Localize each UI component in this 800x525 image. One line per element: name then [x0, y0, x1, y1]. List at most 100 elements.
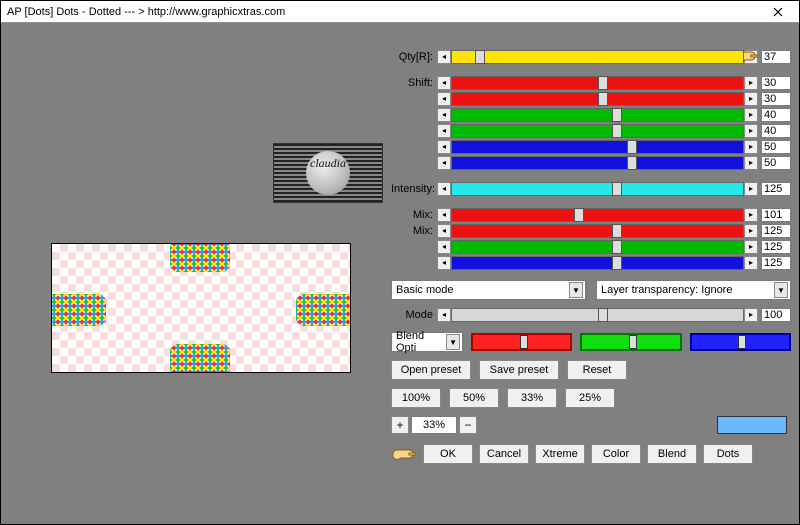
shift_g2-slider[interactable]: ◂▸ [437, 124, 758, 138]
arrow-left-icon[interactable]: ◂ [437, 156, 451, 170]
arrow-left-icon[interactable]: ◂ [437, 140, 451, 154]
mix_r-value[interactable] [761, 208, 791, 222]
shift_b1-slider[interactable]: ◂▸ [437, 140, 758, 154]
ok-button[interactable]: OK [423, 444, 473, 464]
mode-slider-row: Mode ◂ ▸ [391, 306, 791, 324]
intensity-slider[interactable]: ◂▸ [437, 182, 758, 196]
zoom-33-button[interactable]: 33% [507, 388, 557, 408]
shift_b1-slider-row: ◂▸ [391, 139, 791, 154]
arrow-left-icon[interactable]: ◂ [437, 240, 451, 254]
basic-mode-dropdown[interactable]: Basic mode ▼ [391, 280, 586, 300]
arrow-left-icon[interactable]: ◂ [437, 208, 451, 222]
shift_g1-value[interactable] [761, 108, 791, 122]
reset-button[interactable]: Reset [567, 360, 627, 380]
mode-slider[interactable]: ◂ ▸ [437, 308, 758, 322]
arrow-left-icon[interactable]: ◂ [437, 92, 451, 106]
zoom-50-button[interactable]: 50% [449, 388, 499, 408]
blend-button[interactable]: Blend [647, 444, 697, 464]
dot-blob [296, 294, 351, 326]
mix_r-slider[interactable]: ◂▸ [437, 208, 758, 222]
cancel-button[interactable]: Cancel [479, 444, 529, 464]
arrow-right-icon[interactable]: ▸ [744, 140, 758, 154]
blend-blue-slider[interactable] [690, 333, 791, 351]
arrow-left-icon[interactable]: ◂ [437, 76, 451, 90]
arrow-left-icon[interactable]: ◂ [437, 108, 451, 122]
shift_b2-value[interactable] [761, 156, 791, 170]
mix_r2-label: Mix: [391, 225, 437, 237]
zoom-25-button[interactable]: 25% [565, 388, 615, 408]
arrow-right-icon[interactable]: ▸ [744, 156, 758, 170]
zoom-row: + 33% − [391, 416, 791, 434]
shift_g2-slider-row: ◂▸ [391, 123, 791, 138]
blend-option-dropdown[interactable]: Blend Opti ▼ [391, 332, 463, 352]
mix_r-label: Mix: [391, 209, 437, 221]
preview-panel: claudia [1, 23, 381, 524]
arrow-right-icon[interactable]: ▸ [744, 208, 758, 222]
intensity-value[interactable] [761, 182, 791, 196]
arrow-right-icon[interactable]: ▸ [744, 108, 758, 122]
mix_r2-value[interactable] [761, 224, 791, 238]
arrow-left-icon[interactable]: ◂ [437, 50, 451, 64]
shift_b1-value[interactable] [761, 140, 791, 154]
shift_r1-value[interactable] [761, 76, 791, 90]
preview-image [51, 243, 351, 373]
open-preset-button[interactable]: Open preset [391, 360, 471, 380]
qty-label: Qty[R]: [391, 51, 437, 63]
titlebar: AP [Dots] Dots - Dotted --- > http://www… [1, 1, 799, 23]
mode-value[interactable] [761, 308, 791, 322]
shift_g1-slider[interactable]: ◂▸ [437, 108, 758, 122]
save-preset-button[interactable]: Save preset [479, 360, 559, 380]
blend-red-slider[interactable] [471, 333, 572, 351]
dropdown-row: Basic mode ▼ Layer transparency: Ignore … [391, 280, 791, 300]
mix_g-value[interactable] [761, 240, 791, 254]
shift_r1-label: Shift: [391, 77, 437, 89]
zoom-in-button[interactable]: + [391, 416, 409, 434]
close-button[interactable] [759, 3, 797, 21]
zoom-100-button[interactable]: 100% [391, 388, 441, 408]
shift_r1-slider[interactable]: ◂▸ [437, 76, 758, 90]
arrow-left-icon[interactable]: ◂ [437, 308, 451, 322]
arrow-left-icon[interactable]: ◂ [437, 124, 451, 138]
dot-blob [51, 294, 106, 326]
arrow-right-icon[interactable]: ▸ [744, 240, 758, 254]
mix_b-value[interactable] [761, 256, 791, 270]
window-title: AP [Dots] Dots - Dotted --- > http://www… [7, 6, 285, 18]
shift_r2-value[interactable] [761, 92, 791, 106]
preset-button-row: Open preset Save preset Reset [391, 360, 791, 380]
shift_r2-slider[interactable]: ◂▸ [437, 92, 758, 106]
arrow-right-icon[interactable]: ▸ [744, 256, 758, 270]
arrow-right-icon[interactable]: ▸ [744, 76, 758, 90]
arrow-right-icon[interactable]: ▸ [744, 182, 758, 196]
controls-panel: Qty[R]:◂▸Shift:◂▸◂▸◂▸◂▸◂▸◂▸Intensity:◂▸M… [381, 23, 799, 524]
mix_g-slider-row: ◂▸ [391, 239, 791, 254]
shift_b2-slider[interactable]: ◂▸ [437, 156, 758, 170]
arrow-right-icon[interactable]: ▸ [744, 92, 758, 106]
dots-button[interactable]: Dots [703, 444, 753, 464]
shift_r1-slider-row: Shift:◂▸ [391, 75, 791, 90]
arrow-right-icon[interactable]: ▸ [744, 224, 758, 238]
mix_r2-slider[interactable]: ◂▸ [437, 224, 758, 238]
qty-slider-row: Qty[R]:◂▸ [391, 49, 791, 64]
bottom-button-row: OK Cancel Xtreme Color Blend Dots [391, 444, 791, 464]
intensity-slider-row: Intensity:◂▸ [391, 181, 791, 196]
shift_g2-value[interactable] [761, 124, 791, 138]
layer-transparency-dropdown[interactable]: Layer transparency: Ignore ▼ [596, 280, 791, 300]
qty-slider[interactable]: ◂▸ [437, 50, 758, 64]
color-button[interactable]: Color [591, 444, 641, 464]
mix_b-slider[interactable]: ◂▸ [437, 256, 758, 270]
zoom-out-button[interactable]: − [459, 416, 477, 434]
chevron-down-icon: ▼ [569, 282, 583, 298]
blend-green-slider[interactable] [580, 333, 681, 351]
arrow-left-icon[interactable]: ◂ [437, 182, 451, 196]
arrow-right-icon[interactable]: ▸ [744, 124, 758, 138]
main-area: claudia Qty[R]:◂▸Shift:◂▸◂▸◂▸◂▸◂▸◂▸Inten… [1, 23, 799, 524]
xtreme-button[interactable]: Xtreme [535, 444, 585, 464]
color-swatch[interactable] [717, 416, 787, 434]
qty-value[interactable] [761, 50, 791, 64]
arrow-left-icon[interactable]: ◂ [437, 256, 451, 270]
zoom-value[interactable]: 33% [411, 416, 457, 434]
arrow-right-icon[interactable]: ▸ [744, 308, 758, 322]
chevron-down-icon: ▼ [446, 334, 460, 350]
arrow-left-icon[interactable]: ◂ [437, 224, 451, 238]
mix_g-slider[interactable]: ◂▸ [437, 240, 758, 254]
